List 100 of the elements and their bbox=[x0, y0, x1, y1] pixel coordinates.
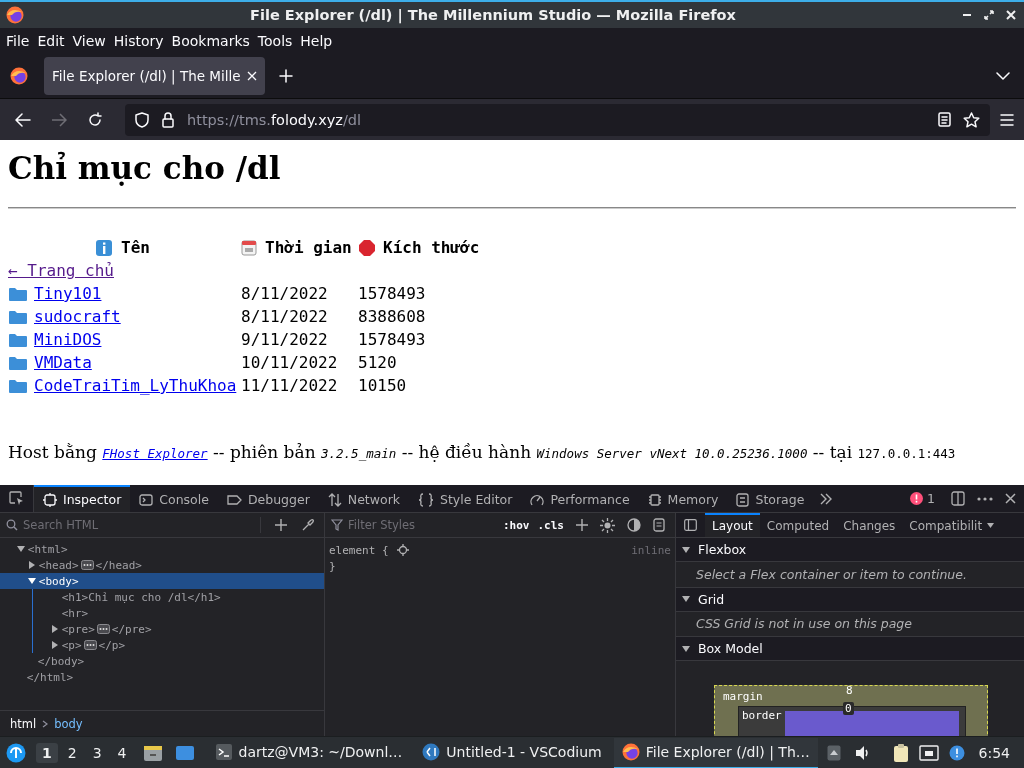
speaker-icon[interactable] bbox=[854, 745, 871, 761]
menu-item[interactable]: File bbox=[2, 33, 34, 49]
shield-icon[interactable] bbox=[135, 111, 149, 128]
devtools-tab[interactable]: Memory bbox=[638, 485, 728, 512]
back-icon[interactable] bbox=[15, 112, 31, 127]
expand-triangle-icon[interactable] bbox=[27, 561, 36, 569]
menu-item[interactable]: Edit bbox=[33, 33, 69, 49]
sun-icon[interactable] bbox=[600, 517, 615, 533]
lock-icon[interactable] bbox=[161, 111, 175, 128]
markup-row[interactable]: <pre> </pre> bbox=[32, 621, 324, 637]
html-tag: <p> bbox=[61, 638, 82, 652]
devtools-tab[interactable]: Network bbox=[318, 485, 409, 512]
workspace-button[interactable]: 2 bbox=[61, 743, 83, 763]
eyedropper-icon[interactable] bbox=[301, 518, 314, 532]
clock[interactable]: 6:54 bbox=[978, 745, 1010, 761]
menu-item[interactable]: History bbox=[109, 33, 168, 49]
class-toggle[interactable]: .cls bbox=[537, 518, 564, 532]
clipboard-icon[interactable] bbox=[892, 743, 909, 763]
menu-item[interactable]: Help bbox=[296, 33, 337, 49]
markup-row[interactable]: <p> </p> bbox=[32, 637, 324, 653]
size-cell-text: 1578493 bbox=[358, 283, 427, 305]
markup-row[interactable]: <html> bbox=[0, 541, 324, 557]
folder-link[interactable]: Tiny101 bbox=[8, 282, 102, 305]
menu-item[interactable]: Bookmarks bbox=[167, 33, 254, 49]
reload-icon[interactable] bbox=[87, 111, 103, 128]
devtools-tab[interactable]: Performance bbox=[521, 485, 639, 512]
forward-icon bbox=[51, 112, 67, 127]
markup-row[interactable]: <body> bbox=[0, 573, 324, 589]
search-field[interactable]: Search HTML bbox=[23, 518, 252, 532]
star-icon[interactable] bbox=[963, 111, 980, 128]
breadcrumb[interactable]: body bbox=[54, 716, 83, 731]
dropdown-icon[interactable] bbox=[987, 522, 995, 528]
address-bar[interactable]: https://tms.folody.xyz/dl bbox=[125, 103, 990, 136]
taskbar-app[interactable]: dartz@VM3: ~/Downl… bbox=[206, 737, 411, 768]
folder-link[interactable]: MiniDOS bbox=[8, 328, 102, 351]
sidebar-toggle-icon[interactable] bbox=[684, 519, 697, 531]
expand-triangle-icon[interactable] bbox=[16, 545, 25, 553]
reader-view-icon[interactable] bbox=[938, 112, 951, 127]
expand-triangle-icon[interactable] bbox=[27, 577, 36, 585]
home-link[interactable]: ← Trang chủ bbox=[8, 259, 114, 282]
network-icon[interactable] bbox=[918, 745, 939, 761]
devtools-tab[interactable]: Style Editor bbox=[409, 485, 522, 512]
sidebar-tab[interactable]: Changes bbox=[836, 513, 903, 537]
section-header[interactable]: Box Model bbox=[676, 637, 1024, 662]
menu-item[interactable]: View bbox=[68, 33, 110, 49]
file-drawer-icon[interactable] bbox=[142, 744, 163, 762]
add-icon[interactable] bbox=[275, 519, 287, 531]
crosshair-icon[interactable] bbox=[396, 544, 409, 556]
hover-toggle[interactable]: :hov bbox=[503, 518, 530, 532]
expand-triangle-icon[interactable] bbox=[50, 625, 59, 633]
section-title: Box Model bbox=[698, 641, 763, 657]
sidebar-tab[interactable]: Layout bbox=[705, 513, 760, 537]
expand-triangle-icon[interactable] bbox=[682, 595, 690, 604]
workspace-button[interactable]: 3 bbox=[86, 743, 108, 763]
sidebar-tab[interactable]: Computed bbox=[759, 513, 837, 537]
devtools-tab[interactable]: Debugger bbox=[217, 485, 319, 512]
workspace-button[interactable]: 1 bbox=[36, 743, 58, 763]
menu-item[interactable]: Tools bbox=[253, 33, 297, 49]
taskbar-app[interactable]: File Explorer (/dl) | Th… bbox=[613, 737, 818, 768]
expand-triangle-icon[interactable] bbox=[50, 641, 59, 649]
folder-link[interactable]: CodeTraiTim_LyThuKhoa bbox=[8, 374, 237, 397]
document-icon[interactable] bbox=[653, 518, 665, 532]
more-tabs-icon[interactable] bbox=[819, 492, 834, 505]
markup-row[interactable]: <head> </head> bbox=[0, 557, 324, 573]
folder-link[interactable]: VMData bbox=[8, 351, 92, 374]
element-picker-icon[interactable] bbox=[9, 491, 24, 506]
markup-row[interactable]: <h1>Chỉ mục cho /dl</h1> bbox=[32, 589, 324, 605]
console-icon bbox=[139, 492, 154, 507]
markup-row[interactable]: <hr> bbox=[32, 605, 324, 621]
debugger-icon bbox=[226, 492, 242, 507]
taskbar-app[interactable]: Untitled-1 - VSCodium bbox=[414, 737, 610, 768]
devtools-tab[interactable]: Storage bbox=[727, 485, 814, 512]
add-icon[interactable] bbox=[576, 519, 588, 531]
filter-field[interactable]: Filter Styles bbox=[348, 518, 495, 532]
more-icon[interactable] bbox=[977, 496, 993, 501]
dock-icon[interactable] bbox=[951, 491, 965, 506]
inspector-icon bbox=[43, 492, 57, 507]
devtools-tab[interactable]: Inspector bbox=[34, 485, 131, 512]
contrast-icon[interactable] bbox=[627, 518, 641, 532]
network-icon bbox=[327, 492, 342, 507]
section-header[interactable]: Flexbox bbox=[676, 538, 1024, 563]
workspace-button[interactable]: 4 bbox=[111, 743, 133, 763]
notification-icon[interactable] bbox=[948, 745, 965, 761]
folder-link[interactable]: sudocraft bbox=[8, 305, 121, 328]
maximize-icon[interactable] bbox=[984, 10, 994, 20]
devtools-tab[interactable]: Console bbox=[130, 485, 218, 512]
new-tab-icon[interactable] bbox=[278, 69, 293, 83]
expand-triangle-icon[interactable] bbox=[682, 545, 690, 554]
menu-icon[interactable] bbox=[1000, 113, 1014, 126]
expand-triangle-icon[interactable] bbox=[682, 644, 690, 653]
chevron-down-icon[interactable] bbox=[996, 71, 1010, 81]
breadcrumb[interactable]: html bbox=[10, 716, 37, 731]
footer-link[interactable]: FHost Explorer bbox=[102, 446, 208, 461]
storage-icon bbox=[736, 492, 750, 507]
start-menu-icon[interactable] bbox=[6, 743, 26, 763]
close-icon[interactable] bbox=[1005, 493, 1016, 504]
window-icon[interactable] bbox=[174, 745, 195, 761]
section-header[interactable]: Grid bbox=[676, 587, 1024, 612]
sidebar-tab[interactable]: Compatibilit bbox=[902, 513, 990, 537]
browser-tab[interactable]: File Explorer (/dl) | The Mille bbox=[44, 57, 265, 95]
